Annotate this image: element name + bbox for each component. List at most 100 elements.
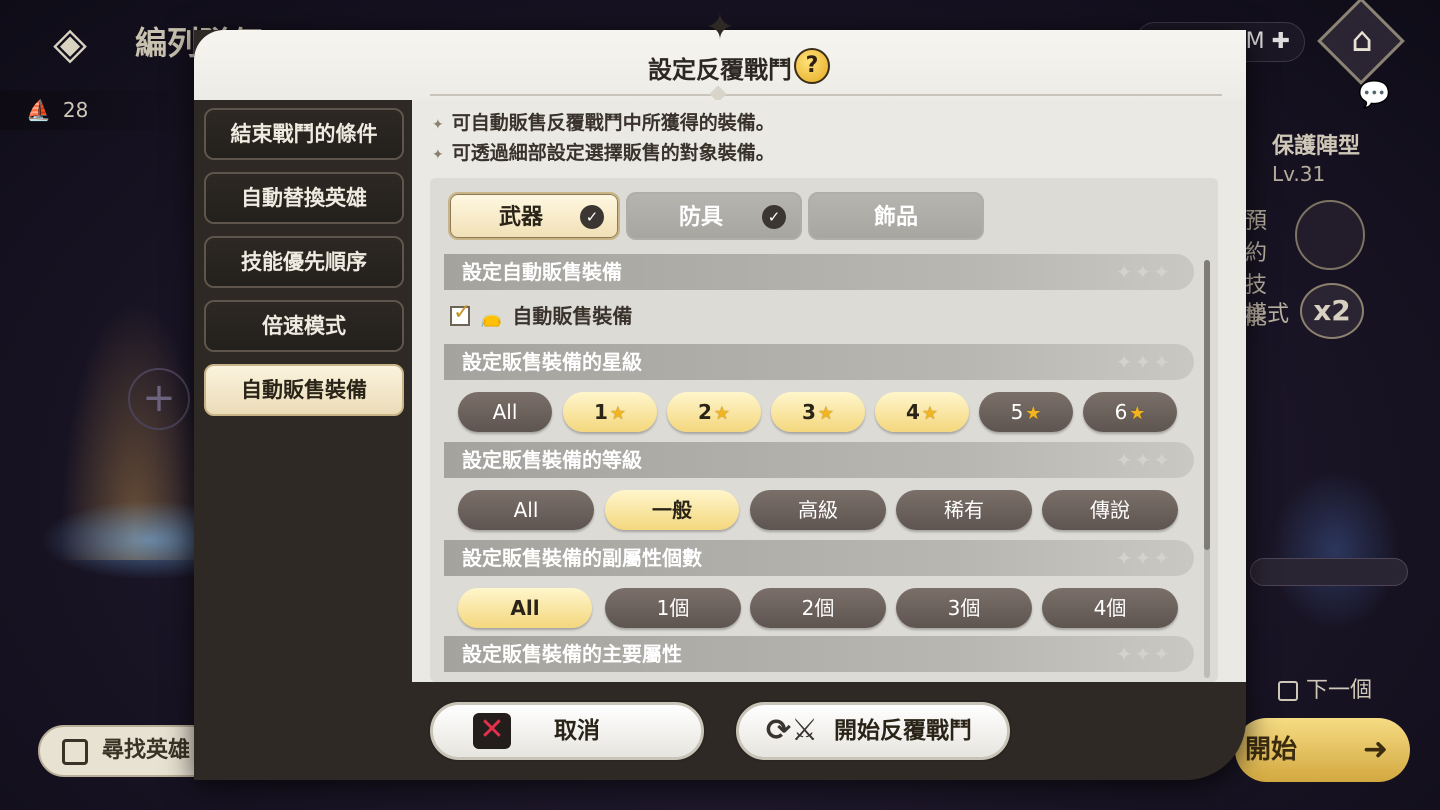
add-hero-slot[interactable]: + xyxy=(128,368,190,430)
hero-figure xyxy=(1270,470,1400,630)
next-label: 下一個 xyxy=(1306,678,1373,703)
auto-sell-checkbox[interactable] xyxy=(450,300,471,326)
formation-name[interactable]: 保護陣型 xyxy=(1272,128,1360,160)
tab-armor[interactable]: 防具 ✓ xyxy=(626,192,802,240)
option-label: 6 xyxy=(1114,400,1128,424)
star-icon: ★ xyxy=(921,403,939,424)
grade-option-legendary[interactable]: 傳說 xyxy=(1042,490,1178,530)
section-star-grade: 設定販售裝備的星級 ✦✦✦ xyxy=(444,344,1194,380)
check-circle-icon: ✓ xyxy=(580,205,604,229)
info-text-2: 可透過細部設定選擇販售的對象裝備。 xyxy=(451,142,775,164)
star-icon: ★ xyxy=(713,403,731,424)
section-auto-sell: 設定自動販售裝備 ✦✦✦ xyxy=(444,254,1194,290)
hero-status-bar xyxy=(1250,558,1408,586)
equipment-settings-panel: 武器 ✓ 防具 ✓ 飾品 設定自動販售裝備 ✦✦✦ 👝 自動販售裝備 設定販售裝備… xyxy=(430,178,1218,682)
section-title: 設定販售裝備的副屬性個數 xyxy=(462,546,702,570)
bullet-icon: ✦ xyxy=(432,147,444,163)
tab-accessory[interactable]: 飾品 xyxy=(808,192,984,240)
section-title: 設定販售裝備的等級 xyxy=(462,448,642,472)
grade-option-advanced[interactable]: 高級 xyxy=(750,490,886,530)
next-option[interactable]: 下一個 xyxy=(1238,672,1372,704)
home-icon: ⌂ xyxy=(1351,20,1373,60)
find-hero-label: 尋找英雄 xyxy=(102,738,191,763)
section-title: 設定販售裝備的主要屬性 xyxy=(462,642,682,666)
section-title: 設定自動販售裝備 xyxy=(462,260,622,284)
scrollbar-thumb[interactable] xyxy=(1204,260,1210,550)
check-circle-icon: ✓ xyxy=(762,205,786,229)
background-start-label: 開始 xyxy=(1245,735,1298,765)
section-title: 設定販售裝備的星級 xyxy=(462,350,642,374)
speed-badge[interactable]: x2 xyxy=(1300,283,1364,339)
reserve-skill-slot[interactable] xyxy=(1295,200,1365,270)
top-ornament-icon: ✦ xyxy=(704,7,736,48)
sidebar-item-end-condition[interactable]: 結束戰鬥的條件 xyxy=(204,108,404,160)
auto-sell-checkbox-row[interactable]: 👝 自動販售裝備 xyxy=(450,300,632,330)
star-icon: ★ xyxy=(1025,403,1042,424)
repeat-battle-settings-modal: 設定反覆戰鬥 ? ✦ 結束戰鬥的條件 自動替換英雄 技能優先順序 倍速模式 自動… xyxy=(194,8,1246,780)
star-option-1[interactable]: 1 ★ xyxy=(563,392,657,432)
menu-diamond-icon[interactable]: ◈ xyxy=(30,8,110,78)
ship-icon: ⛵ xyxy=(26,98,51,122)
grade-option-all[interactable]: All xyxy=(458,490,594,530)
sidebar-item-skill-priority[interactable]: 技能優先順序 xyxy=(204,236,404,288)
option-label: 4 xyxy=(905,400,920,424)
star-icon: ★ xyxy=(609,403,627,424)
cancel-button[interactable]: ✕ 取消 xyxy=(430,702,704,760)
info-line: ✦ 可自動販售反覆戰鬥中所獲得的裝備。 xyxy=(432,108,775,135)
find-hero-button[interactable]: 尋找英雄 xyxy=(38,725,218,777)
settings-content: ✦ 可自動販售反覆戰鬥中所獲得的裝備。 ✦ 可透過細部設定選擇販售的對象裝備。 武器… xyxy=(412,100,1246,682)
star-icon: ★ xyxy=(817,403,835,424)
auto-sell-label: 自動販售裝備 xyxy=(512,304,633,328)
grade-option-normal[interactable]: 一般 xyxy=(605,490,739,530)
grade-option-rare[interactable]: 稀有 xyxy=(896,490,1032,530)
sidebar-item-auto-replace-hero[interactable]: 自動替換英雄 xyxy=(204,172,404,224)
find-hero-icon xyxy=(62,739,88,765)
tab-armor-label: 防具 xyxy=(678,205,723,230)
substat-option-3[interactable]: 3個 xyxy=(896,588,1032,628)
next-checkbox[interactable] xyxy=(1278,681,1298,701)
section-ornament-icon: ✦✦✦ xyxy=(1115,448,1172,472)
start-repeat-battle-button[interactable]: ⟳⚔ 開始反覆戰鬥 xyxy=(736,702,1010,760)
info-text-1: 可自動販售反覆戰鬥中所獲得的裝備。 xyxy=(451,112,775,134)
sidebar-item-speed-mode[interactable]: 倍速模式 xyxy=(204,300,404,352)
section-main-stat: 設定販售裝備的主要屬性 ✦✦✦ xyxy=(444,636,1194,672)
section-ornament-icon: ✦✦✦ xyxy=(1115,260,1172,284)
option-label: 2 xyxy=(697,400,712,424)
star-option-5[interactable]: 5 ★ xyxy=(979,392,1073,432)
repeat-battle-icon: ⟳⚔ xyxy=(765,713,819,748)
header-divider xyxy=(430,94,1222,96)
option-label: 1 xyxy=(593,400,608,424)
star-option-4[interactable]: 4 ★ xyxy=(875,392,969,432)
substat-option-4[interactable]: 4個 xyxy=(1042,588,1178,628)
info-line: ✦ 可透過細部設定選擇販售的對象裝備。 xyxy=(432,138,775,165)
star-icon: ★ xyxy=(1129,403,1146,424)
section-ornament-icon: ✦✦✦ xyxy=(1115,350,1172,374)
section-substat-count: 設定販售裝備的副屬性個數 ✦✦✦ xyxy=(444,540,1194,576)
star-option-all[interactable]: All xyxy=(458,392,552,432)
star-option-3[interactable]: 3 ★ xyxy=(771,392,865,432)
option-label: All xyxy=(492,400,518,424)
bullet-icon: ✦ xyxy=(432,117,444,133)
chat-icon[interactable]: 💬 xyxy=(1358,80,1400,118)
tab-accessory-label: 飾品 xyxy=(873,205,918,230)
money-bag-icon: 👝 xyxy=(480,307,503,328)
help-button[interactable]: ? xyxy=(794,48,830,84)
star-option-6[interactable]: 6 ★ xyxy=(1083,392,1177,432)
sidebar-item-auto-sell[interactable]: 自動販售裝備 xyxy=(204,364,404,416)
star-option-2[interactable]: 2 ★ xyxy=(667,392,761,432)
option-label: 3 xyxy=(801,400,816,424)
substat-option-all[interactable]: All xyxy=(458,588,592,628)
tab-weapon[interactable]: 武器 ✓ xyxy=(448,192,620,240)
speed-mode-label: 模式 xyxy=(1245,302,1290,327)
background-start-button[interactable]: 開始 ➜ xyxy=(1235,718,1410,782)
close-icon: ✕ xyxy=(473,713,511,749)
cancel-label: 取消 xyxy=(554,718,600,744)
formation-level: Lv.31 xyxy=(1272,162,1326,186)
start-repeat-label: 開始反覆戰鬥 xyxy=(834,718,972,744)
section-equipment-grade: 設定販售裝備的等級 ✦✦✦ xyxy=(444,442,1194,478)
substat-option-1[interactable]: 1個 xyxy=(605,588,741,628)
substat-option-2[interactable]: 2個 xyxy=(750,588,886,628)
section-ornament-icon: ✦✦✦ xyxy=(1115,642,1172,666)
add-currency-icon[interactable]: ✚ xyxy=(1272,29,1290,54)
section-ornament-icon: ✦✦✦ xyxy=(1115,546,1172,570)
